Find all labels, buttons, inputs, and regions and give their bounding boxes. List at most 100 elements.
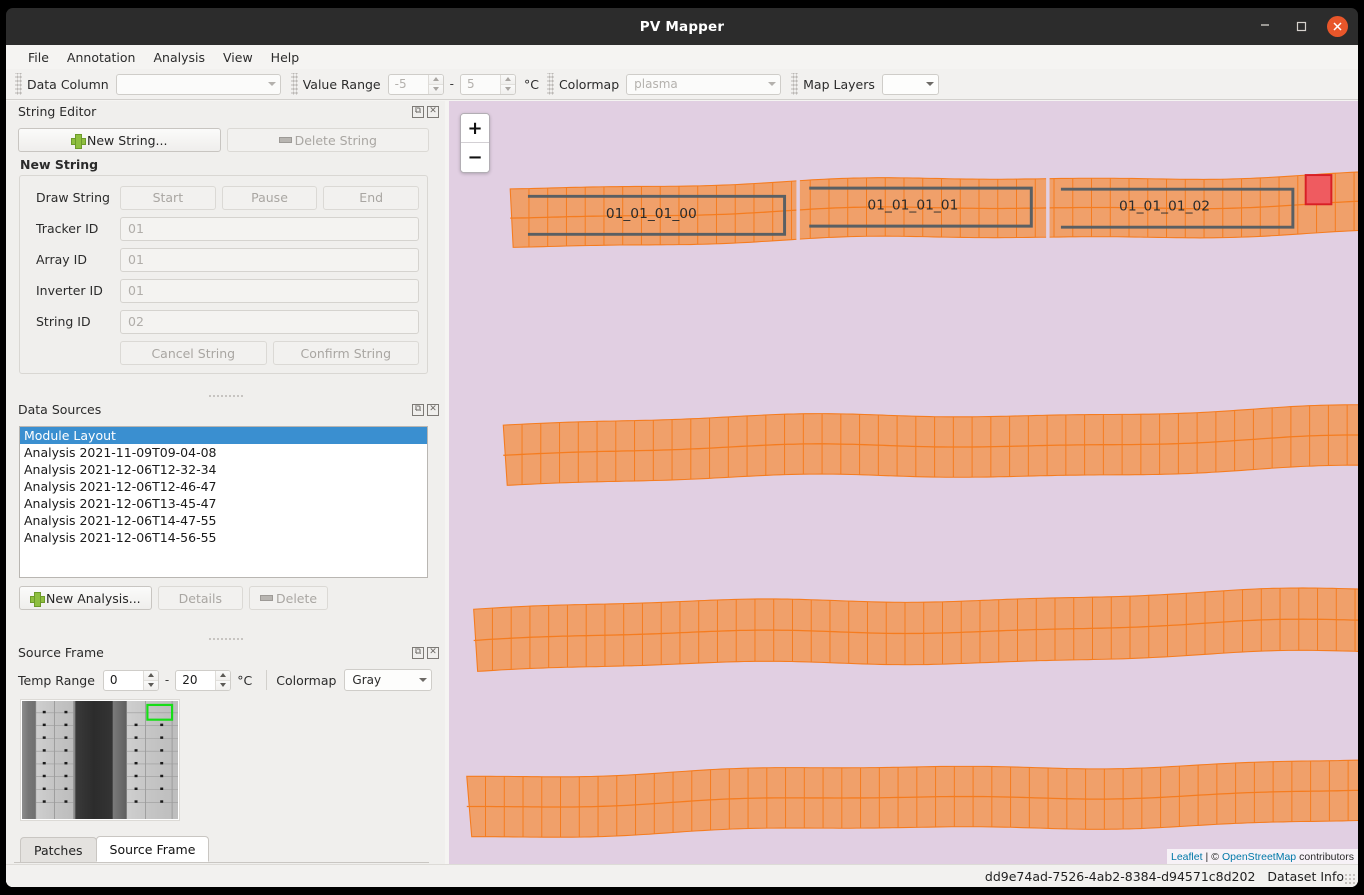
highlighted-module[interactable] [1304,174,1333,206]
delete-string-button[interactable]: Delete String [226,128,429,152]
zoom-out-button[interactable]: − [461,143,489,172]
list-item[interactable]: Analysis 2021-11-09T09-04-08 [20,444,427,461]
delete-analysis-label: Delete [276,590,318,606]
source-frame-body: Temp Range 0 - 20 °C Colormap Gray Patch… [10,663,437,887]
openstreetmap-link[interactable]: OpenStreetMap [1222,851,1296,863]
toolbar-grip-icon-3[interactable] [546,73,554,95]
string-id-label: String ID [36,314,91,329]
temp-range-max-spinner[interactable]: 20 [175,669,232,691]
menu-view[interactable]: View [214,48,262,67]
list-item[interactable]: Module Layout [20,427,427,444]
splitter-handle-1[interactable] [6,391,445,399]
map-layers-label: Map Layers [803,76,875,92]
menu-help[interactable]: Help [262,48,309,67]
value-max-increment[interactable] [500,74,515,85]
toolbar-grip-icon-4[interactable] [791,73,799,95]
float-icon-3[interactable]: ⧉ [412,646,424,659]
details-button[interactable]: Details [157,586,244,610]
value-max-decrement[interactable] [500,84,515,94]
delete-analysis-button[interactable]: Delete [249,586,329,610]
draw-start-button[interactable]: Start [120,185,216,210]
string-editor-body: New String... Delete String New String D… [10,122,437,383]
menu-analysis[interactable]: Analysis [144,48,214,67]
cancel-string-button[interactable]: Cancel String [120,341,267,365]
string-id-input[interactable]: 02 [120,309,419,334]
data-column-label: Data Column [27,76,109,92]
menu-bar: File Annotation Analysis View Help [6,45,1358,69]
pv-string-gap [1046,175,1050,241]
leaflet-link[interactable]: Leaflet [1171,851,1203,863]
copyright-symbol: © [1211,850,1219,863]
pv-row[interactable] [466,759,1358,838]
temp-max-increment[interactable] [216,670,231,681]
data-column-combo[interactable] [115,73,281,95]
float-icon[interactable]: ⧉ [412,105,424,118]
close-icon-2[interactable]: ✕ [427,403,439,416]
list-item[interactable]: Analysis 2021-12-06T13-45-47 [20,495,427,512]
title-bar: PV Mapper [6,8,1358,45]
map-zoom-control: + − [460,113,490,173]
value-min-decrement[interactable] [428,84,443,94]
new-analysis-label: New Analysis... [46,590,141,606]
source-colormap-combo[interactable]: Gray [344,669,433,691]
draw-pause-button[interactable]: Pause [221,185,318,210]
value-range-max-spinner[interactable]: 5 [459,73,516,95]
thermal-frame-image [22,701,178,819]
string-editor-panel: String Editor ⧉ ✕ New String... Delete S… [6,101,445,391]
list-item[interactable]: Analysis 2021-12-06T14-47-55 [20,512,427,529]
menu-file[interactable]: File [19,48,58,67]
temp-max-value: 20 [182,673,198,687]
pv-row[interactable] [502,404,1358,486]
tab-source-frame[interactable]: Source Frame [95,836,210,862]
splitter-handle-2[interactable] [6,634,445,642]
left-dock: String Editor ⧉ ✕ New String... Delete S… [6,101,445,887]
pv-module-layout[interactable]: 01_01_01_00 01_01_01_01 01_01_01_02 [449,101,1358,864]
colormap-label: Colormap [558,76,620,92]
menu-annotation[interactable]: Annotation [58,48,145,67]
float-icon-2[interactable]: ⧉ [412,403,424,416]
zoom-in-button[interactable]: + [461,114,489,143]
dataset-info-button[interactable]: Dataset Info [1267,869,1344,884]
inverter-id-input[interactable]: 01 [120,278,419,303]
close-icon[interactable]: ✕ [427,105,439,118]
temp-min-increment[interactable] [143,670,158,681]
value-min-increment[interactable] [428,74,443,85]
new-analysis-button[interactable]: New Analysis... [19,586,152,610]
new-string-button[interactable]: New String... [18,128,221,152]
data-sources-list[interactable]: Module Layout Analysis 2021-11-09T09-04-… [19,426,428,578]
list-item[interactable]: Analysis 2021-12-06T14-56-55 [20,529,427,546]
window-body: File Annotation Analysis View Help Data … [6,45,1358,887]
list-item[interactable]: Analysis 2021-12-06T12-46-47 [20,478,427,495]
temp-range-row: Temp Range 0 - 20 °C Colormap Gray [10,663,437,691]
inverter-id-row: Inverter ID 01 [28,275,419,306]
confirm-string-button[interactable]: Confirm String [272,341,419,365]
attribution-separator: | [1205,850,1209,863]
toolbar-grip-icon-2[interactable] [290,73,298,95]
maximize-button[interactable] [1291,17,1311,37]
pv-row[interactable] [473,587,1358,672]
toolbar-grip-icon[interactable] [15,73,22,95]
plus-icon-2 [30,591,45,607]
colormap-combo[interactable]: plasma [626,73,782,95]
array-id-input[interactable]: 01 [120,247,419,272]
tracker-id-input[interactable]: 01 [120,216,419,241]
draw-end-button[interactable]: End [323,185,420,210]
tab-strip: Patches Source Frame [14,836,429,863]
minimize-button[interactable] [1255,17,1275,37]
value-range-min-spinner[interactable]: -5 [387,73,444,95]
string-editor-title-bar: String Editor ⧉ ✕ [6,101,445,122]
temp-range-min-spinner[interactable]: 0 [102,669,159,691]
resize-grip-icon[interactable] [1344,873,1356,885]
chevron-down-icon [267,82,276,86]
source-frame-thumbnail[interactable] [20,699,180,821]
temp-min-decrement[interactable] [143,680,158,690]
map-layers-combo[interactable] [881,73,939,95]
close-button[interactable] [1327,16,1348,37]
new-string-form: Draw String Start Pause End Tracker ID 0… [19,175,428,374]
map-view[interactable]: 01_01_01_00 01_01_01_01 01_01_01_02 + − Le… [449,101,1358,864]
close-icon-3[interactable]: ✕ [427,646,439,659]
temp-max-decrement[interactable] [216,680,231,690]
list-item[interactable]: Analysis 2021-12-06T12-32-34 [20,461,427,478]
value-range-label: Value Range [302,76,381,92]
tab-patches[interactable]: Patches [20,837,97,862]
